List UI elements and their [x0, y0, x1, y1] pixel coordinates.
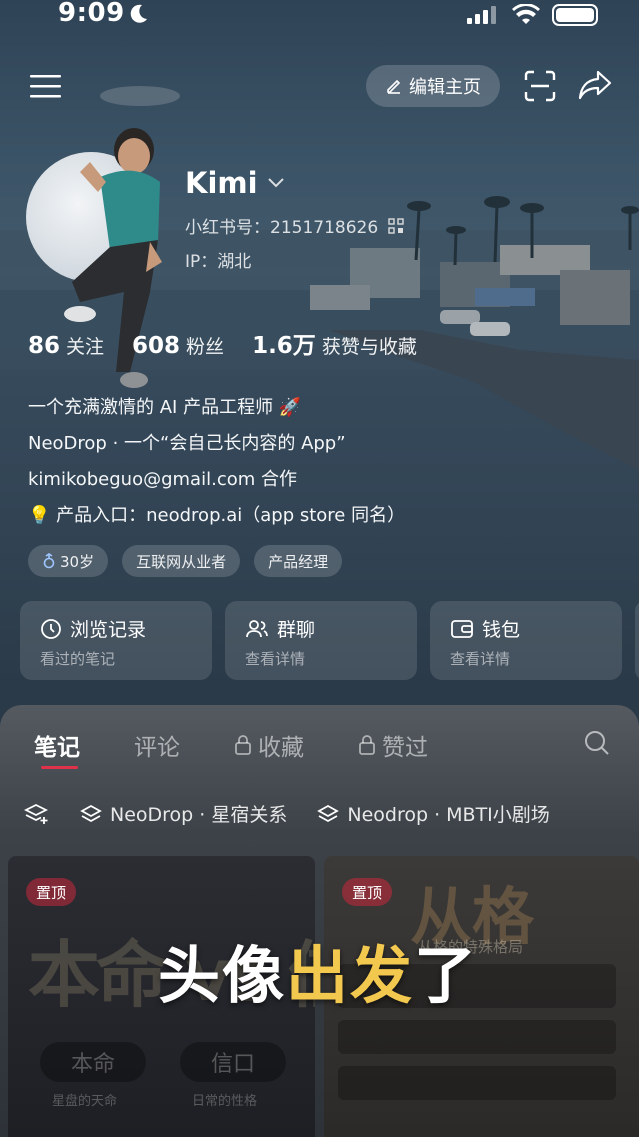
layers-add-icon[interactable]: [24, 802, 50, 826]
layers-icon: [80, 804, 102, 822]
moon-icon: [130, 4, 147, 23]
wallet-icon: [451, 619, 473, 638]
stat-followers[interactable]: 608 粉丝: [132, 332, 224, 359]
gender-male-icon: [43, 553, 55, 569]
note-cover-label: 星盘的天命: [52, 1094, 118, 1109]
profile-stats: 86 关注 608 粉丝 1.6万 获赞与收藏: [28, 326, 417, 360]
bio-line: 💡 产品入口：neodrop.ai（app store 同名）: [28, 505, 406, 526]
video-caption: 头像出发了: [158, 939, 479, 1012]
tag-role: 产品经理: [254, 545, 343, 577]
tag-industry: 互联网从业者: [122, 545, 241, 577]
profile-bio: 一个充满激情的 AI 产品工程师 🚀 NeoDrop · 一个“会自己长内容的 …: [28, 390, 405, 534]
clock-icon: [41, 618, 61, 639]
active-tab-indicator: [41, 766, 78, 769]
profile-ip: IP：湖北: [185, 252, 252, 272]
profile-name-row[interactable]: Kimi: [185, 166, 284, 200]
wifi-icon: [512, 4, 540, 24]
note-cover-label: 日常的性格: [192, 1094, 258, 1109]
chip-collection[interactable]: NeoDrop · 星宿关系: [80, 800, 287, 827]
battery-icon: [552, 4, 598, 26]
edit-profile-label: 编辑主页: [409, 77, 481, 98]
card-history[interactable]: 浏览记录 看过的笔记: [20, 601, 212, 680]
profile-name: Kimi: [185, 166, 258, 200]
scan-icon[interactable]: [524, 70, 556, 102]
bio-line: kimikobeguo@gmail.com 合作: [28, 469, 297, 490]
lock-icon: [235, 735, 251, 755]
chip-collection[interactable]: Neodrop · MBTI小剧场: [317, 800, 550, 827]
profile-tabs: 笔记 评论 收藏 赞过: [34, 728, 428, 762]
pinned-badge: 置顶: [342, 878, 393, 906]
tab-liked[interactable]: 赞过: [358, 728, 428, 762]
qr-code-icon: [388, 217, 404, 234]
collection-chips: NeoDrop · 星宿关系 Neodrop · MBTI小剧场: [24, 800, 550, 827]
tab-comments[interactable]: 评论: [134, 728, 180, 762]
card-wallet[interactable]: 钱包 查看详情: [430, 601, 622, 680]
profile-tags: 30岁 互联网从业者 产品经理: [28, 545, 343, 577]
tag-age: 30岁: [28, 545, 109, 577]
note-cover-pill: 本命: [40, 1042, 146, 1082]
stat-likes-collections[interactable]: 1.6万 获赞与收藏: [252, 326, 417, 360]
quick-cards: 浏览记录 看过的笔记 群聊 查看详情 钱包 查看详情: [20, 601, 639, 680]
tab-collections[interactable]: 收藏: [234, 728, 304, 762]
avatar-figure: [64, 128, 162, 388]
profile-id-row[interactable]: 小红书号：2151718626: [185, 213, 404, 238]
edit-profile-button[interactable]: 编辑主页: [366, 65, 500, 107]
search-icon[interactable]: [583, 729, 611, 757]
tab-notes[interactable]: 笔记: [34, 728, 80, 762]
card-group-chat[interactable]: 群聊 查看详情: [225, 601, 417, 680]
share-icon[interactable]: [578, 70, 612, 100]
note-cover-block: [338, 1066, 616, 1100]
lock-icon: [359, 735, 375, 755]
note-cover-block: [338, 1020, 616, 1054]
bio-line: NeoDrop · 一个“会自己长内容的 App”: [28, 433, 346, 454]
menu-icon[interactable]: [30, 74, 62, 100]
chevron-down-icon: [267, 178, 284, 188]
card-more[interactable]: [635, 601, 639, 680]
stat-following[interactable]: 86 关注: [28, 332, 104, 359]
group-chat-icon: [246, 619, 268, 637]
pinned-badge: 置顶: [26, 878, 77, 906]
profile-id: 小红书号：2151718626: [185, 218, 379, 238]
status-time: 9:09: [58, 0, 125, 28]
note-cover-pill: 信口: [180, 1042, 286, 1082]
status-bar: 9:09: [0, 0, 639, 34]
layers-icon: [317, 804, 340, 822]
bio-line: 一个充满激情的 AI 产品工程师 🚀: [28, 397, 302, 418]
pencil-icon: [387, 79, 401, 94]
cellular-signal-icon: [467, 6, 496, 24]
